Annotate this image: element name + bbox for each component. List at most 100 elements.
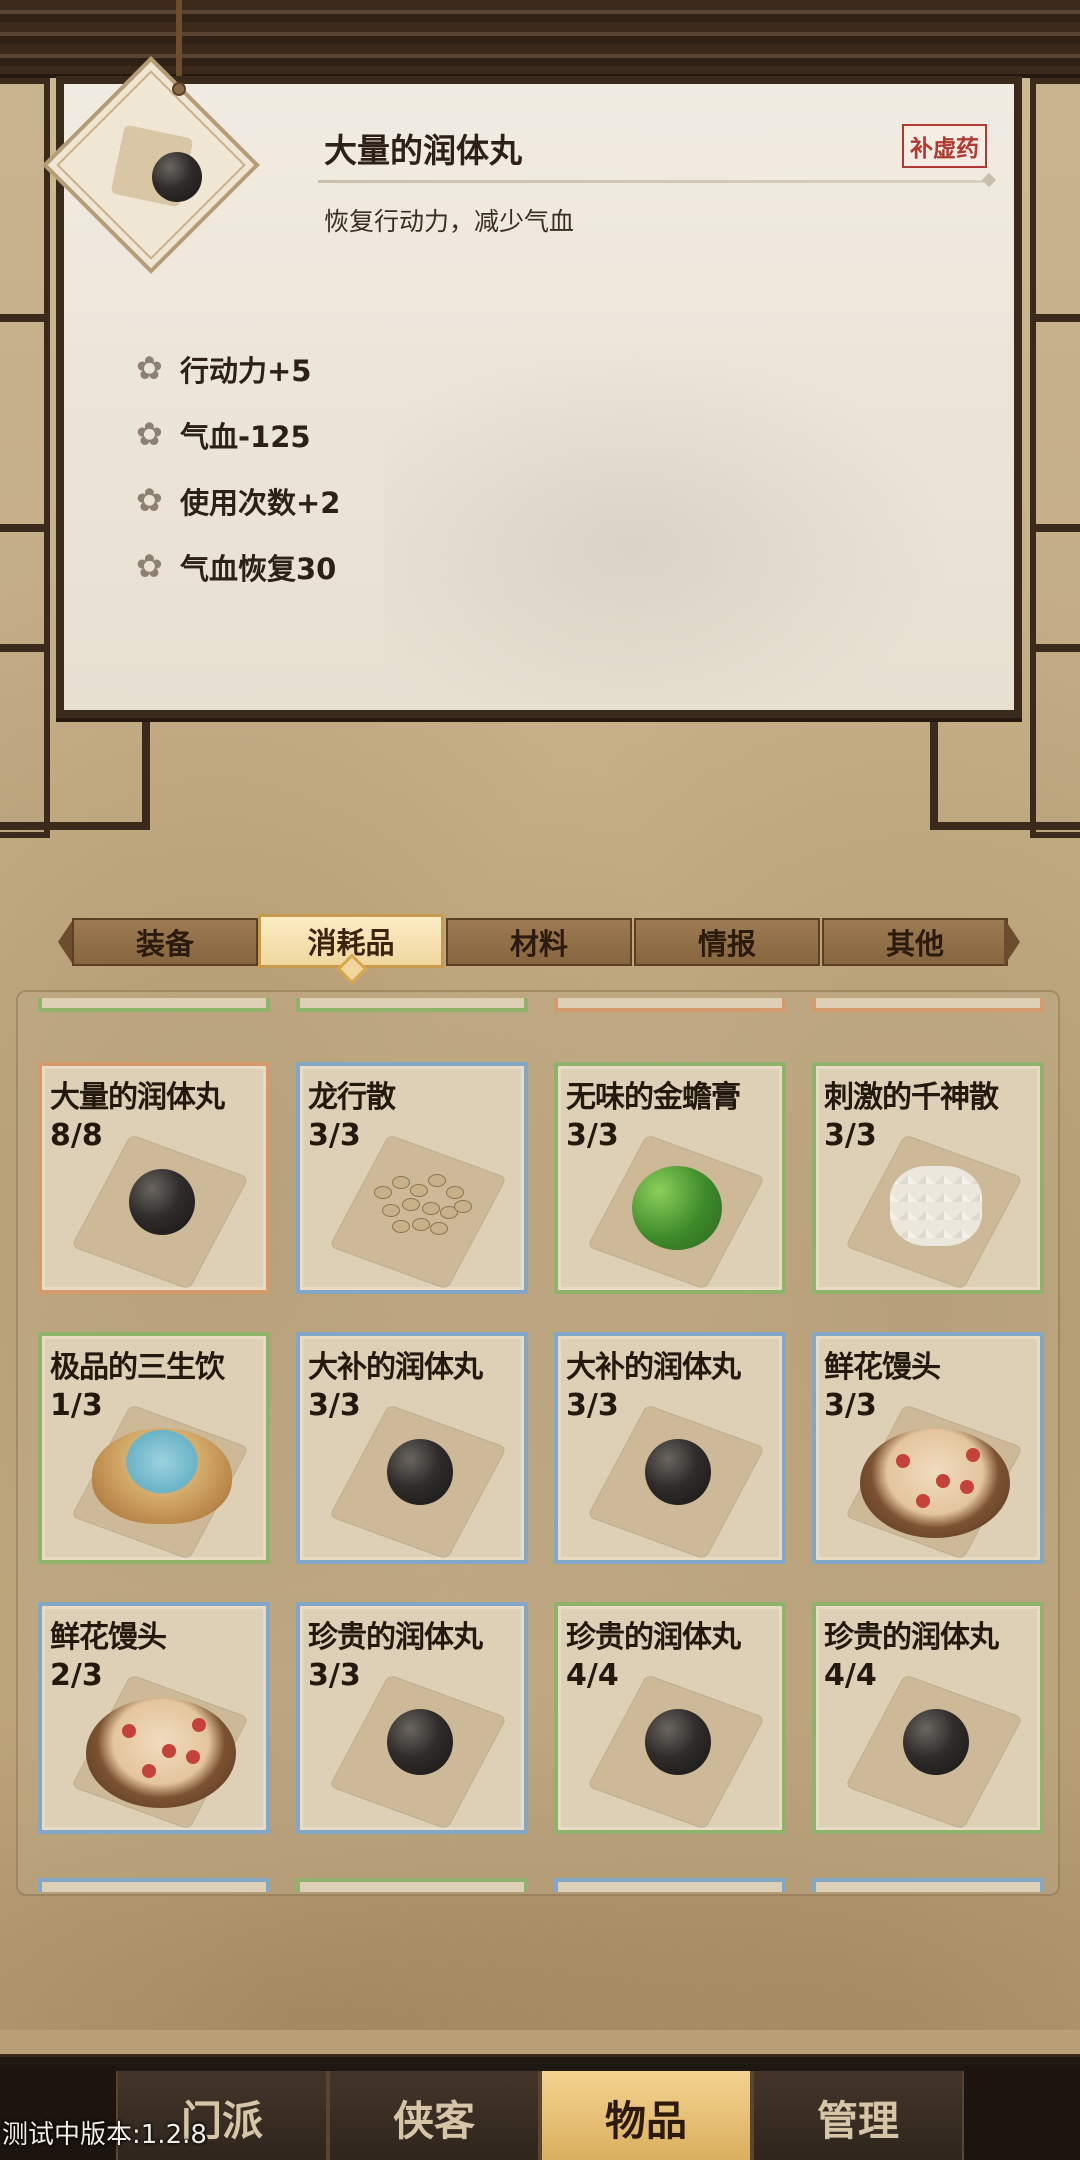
tab-intel[interactable]: 情报 — [634, 918, 820, 966]
item-count: 3/3 — [566, 1118, 619, 1153]
white-powder-icon — [890, 1166, 982, 1246]
item-name: 珍贵的润体丸 — [566, 1620, 741, 1655]
nav-items[interactable]: 物品 — [540, 2071, 752, 2160]
inventory-slot[interactable]: 鲜花馒头 3/3 — [812, 1332, 1044, 1564]
title-divider — [318, 180, 990, 183]
item-description: 恢复行动力，减少气血 — [324, 207, 575, 236]
inventory-slot[interactable]: 珍贵的润体丸 4/4 — [554, 1602, 786, 1834]
partial-slot-bottom — [296, 1878, 528, 1892]
left-frame-foot — [0, 720, 150, 830]
tab-materials[interactable]: 材料 — [446, 918, 632, 966]
item-name: 极品的三生饮 — [50, 1350, 225, 1385]
black-pill-icon — [645, 1709, 711, 1775]
inventory-slot[interactable]: 大补的润体丸 3/3 — [296, 1332, 528, 1564]
item-count: 3/3 — [566, 1388, 619, 1423]
item-type-stamp: 补虚药 — [902, 124, 987, 168]
effect-row: 气血-125 — [136, 402, 340, 468]
effect-row: 使用次数+2 — [136, 468, 340, 534]
effect-text: 行动力+5 — [180, 354, 312, 388]
tab-other[interactable]: 其他 — [822, 918, 1008, 966]
black-pill-icon — [152, 152, 202, 202]
item-count: 3/3 — [308, 1388, 361, 1423]
item-count: 3/3 — [824, 1388, 877, 1423]
partial-slot-bottom — [554, 1878, 786, 1892]
grain-piece — [430, 1222, 448, 1235]
effect-text: 气血恢复30 — [180, 552, 337, 586]
flower-bun-icon — [86, 1698, 236, 1808]
inventory-slot[interactable]: 刺激的千神散 3/3 — [812, 1062, 1044, 1294]
partial-slot-top — [812, 998, 1044, 1012]
flower-bullet-icon — [136, 349, 168, 387]
item-name: 大量的润体丸 — [50, 1080, 225, 1115]
inventory-slot[interactable]: 珍贵的润体丸 4/4 — [812, 1602, 1044, 1834]
grain-piece — [402, 1198, 420, 1211]
partial-slot-bottom — [38, 1878, 270, 1892]
grain-piece — [392, 1220, 410, 1233]
inventory-slot[interactable]: 大补的润体丸 3/3 — [554, 1332, 786, 1564]
partial-slot-top — [554, 998, 786, 1012]
inventory-slot[interactable]: 无味的金蟾膏 3/3 — [554, 1062, 786, 1294]
item-count: 4/4 — [824, 1658, 877, 1693]
partial-slot-top — [38, 998, 270, 1012]
grain-powder-icon — [364, 1166, 474, 1246]
inventory-slot[interactable]: 珍贵的润体丸 3/3 — [296, 1602, 528, 1834]
right-frame-foot — [930, 720, 1080, 830]
nav-frame-right — [964, 2067, 1080, 2160]
effect-text: 气血-125 — [180, 420, 311, 454]
effect-list: 行动力+5 气血-125 使用次数+2 气血恢复30 — [136, 336, 340, 600]
water-bowl-icon — [92, 1428, 232, 1524]
grain-piece — [410, 1184, 428, 1197]
tabs-right-cap — [1004, 918, 1020, 966]
version-label: 测试中版本:1.2.8 — [2, 2120, 207, 2150]
item-name: 鲜花馒头 — [824, 1350, 941, 1385]
item-count: 2/3 — [50, 1658, 103, 1693]
item-title: 大量的润体丸 — [324, 131, 522, 170]
category-tabs: 装备 消耗品 材料 情报 其他 — [56, 914, 1020, 970]
grain-piece — [392, 1176, 410, 1189]
black-pill-icon — [129, 1169, 195, 1235]
item-name: 龙行散 — [308, 1080, 396, 1115]
flower-bun-icon — [860, 1428, 1010, 1538]
flower-bullet-icon — [136, 481, 168, 519]
nav-manage[interactable]: 管理 — [752, 2071, 964, 2160]
grain-piece — [454, 1200, 472, 1213]
black-pill-icon — [645, 1439, 711, 1505]
item-count: 3/3 — [308, 1118, 361, 1153]
hang-knot — [172, 82, 186, 96]
item-count: 1/3 — [50, 1388, 103, 1423]
panel-mountain-decoration — [384, 304, 1004, 704]
partial-slot-top — [296, 998, 528, 1012]
grain-piece — [382, 1204, 400, 1217]
inventory-slot[interactable]: 鲜花馒头 2/3 — [38, 1602, 270, 1834]
nav-heroes[interactable]: 侠客 — [328, 2071, 540, 2160]
effect-text: 使用次数+2 — [180, 486, 341, 520]
black-pill-icon — [903, 1709, 969, 1775]
item-name: 大补的润体丸 — [308, 1350, 483, 1385]
effect-row: 行动力+5 — [136, 336, 340, 402]
item-name: 珍贵的润体丸 — [308, 1620, 483, 1655]
grain-piece — [374, 1186, 392, 1199]
inventory-slot[interactable]: 龙行散 3/3 — [296, 1062, 528, 1294]
inventory-slot[interactable]: 极品的三生饮 1/3 — [38, 1332, 270, 1564]
item-count: 4/4 — [566, 1658, 619, 1693]
inventory-slot[interactable]: 大量的润体丸 8/8 — [38, 1062, 270, 1294]
tab-equipment[interactable]: 装备 — [72, 918, 258, 966]
item-name: 珍贵的润体丸 — [824, 1620, 999, 1655]
grain-piece — [422, 1202, 440, 1215]
item-count: 8/8 — [50, 1118, 103, 1153]
item-name: 刺激的千神散 — [824, 1080, 999, 1115]
grain-piece — [428, 1174, 446, 1187]
item-count: 3/3 — [824, 1118, 877, 1153]
flower-bullet-icon — [136, 547, 168, 585]
item-name: 大补的润体丸 — [566, 1350, 741, 1385]
effect-row: 气血恢复30 — [136, 534, 340, 600]
item-name: 无味的金蟾膏 — [566, 1080, 741, 1115]
partial-slot-bottom — [812, 1878, 1044, 1892]
black-pill-icon — [387, 1709, 453, 1775]
green-paste-icon — [632, 1166, 722, 1250]
black-pill-icon — [387, 1439, 453, 1505]
grain-piece — [412, 1218, 430, 1231]
inventory-grid: 大量的润体丸 8/8 龙行散 3/3 无味的金蟾膏 3/3 刺激的千神散 3/3 极品的三生饮 1… — [16, 990, 1060, 1896]
grain-piece — [446, 1186, 464, 1199]
item-name: 鲜花馒头 — [50, 1620, 167, 1655]
